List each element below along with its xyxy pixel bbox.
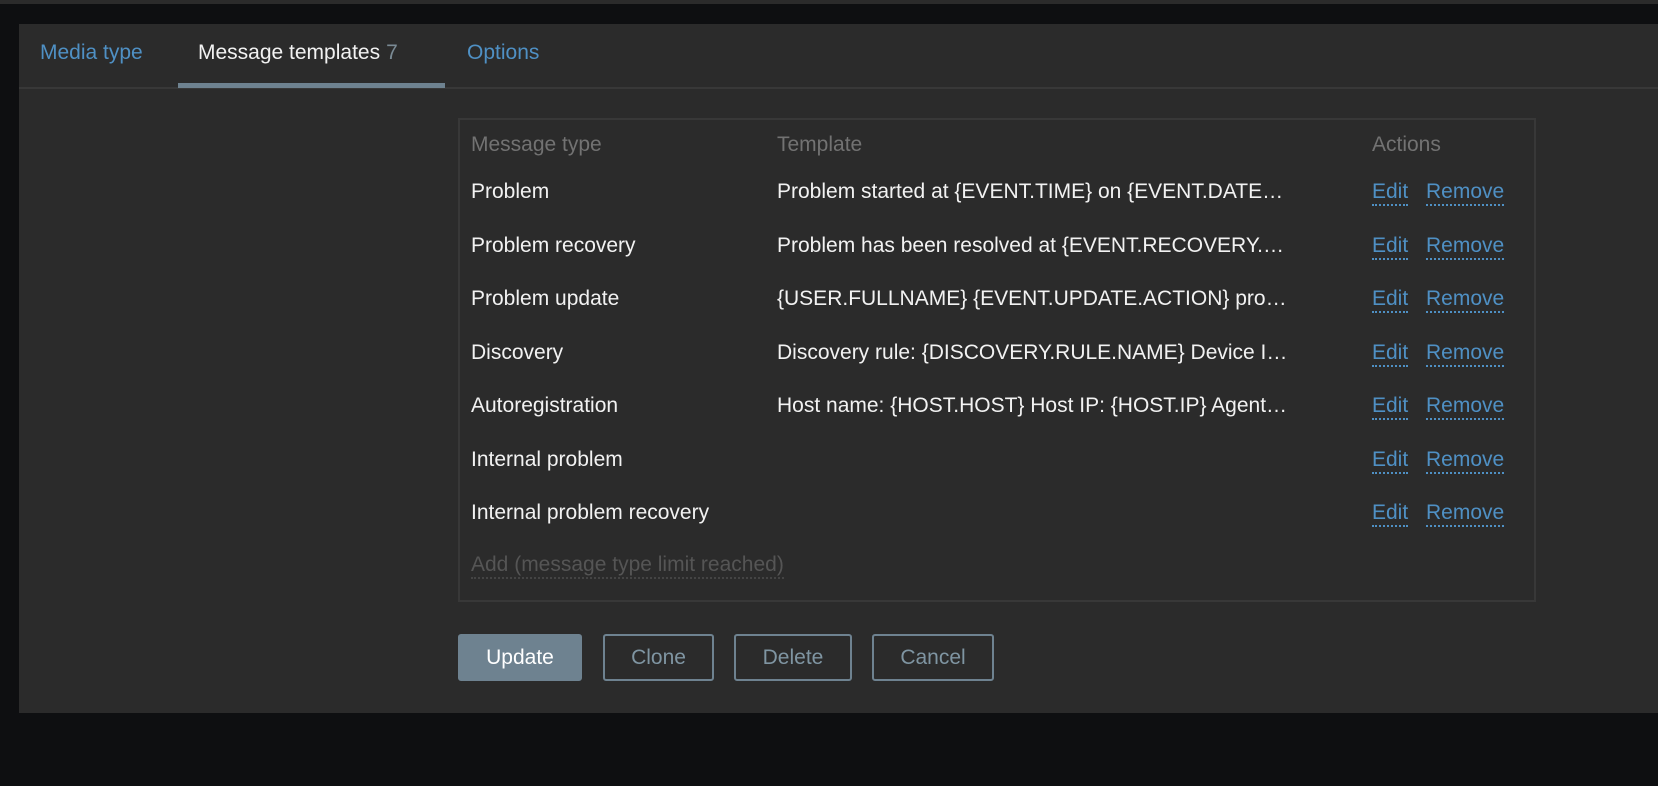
remove-link[interactable]: Remove [1426,448,1505,474]
message-type-cell: Problem [471,180,550,203]
message-type-cell: Problem recovery [471,233,636,257]
edit-link[interactable]: Edit [1372,234,1409,260]
update-button[interactable]: Update [458,634,582,681]
top-bar [0,0,1658,4]
template-cell: Host name: {HOST.HOST} Host IP: {HOST.IP… [777,394,1288,417]
delete-button[interactable]: Delete [734,634,852,681]
tab-bar: Media type Message templates 7 Options [19,24,1658,89]
remove-link[interactable]: Remove [1426,234,1505,260]
tab-message-templates[interactable]: Message templates 7 [198,41,398,65]
message-templates-table: Message type Template Actions Problem Pro… [458,118,1536,602]
cancel-button[interactable]: Cancel [872,634,994,681]
tab-media-type[interactable]: Media type [40,41,143,65]
template-cell: Discovery rule: {DISCOVERY.RULE.NAME} De… [777,340,1288,364]
template-cell: {USER.FULLNAME} {EVENT.UPDATE.ACTION} pr… [777,287,1287,310]
message-type-cell: Autoregistration [471,394,619,417]
tab-label: Message templates [198,41,381,64]
edit-link[interactable]: Edit [1372,180,1409,206]
remove-link[interactable]: Remove [1426,287,1505,313]
message-type-cell: Problem update [471,287,620,310]
media-type-form: Media type Message templates 7 Options Me… [19,24,1658,713]
remove-link[interactable]: Remove [1426,394,1505,420]
add-template-link: Add (message type limit reached) [471,553,784,579]
tab-count-badge: 7 [386,41,398,64]
edit-link[interactable]: Edit [1372,394,1409,420]
message-type-cell: Discovery [471,340,564,364]
remove-link[interactable]: Remove [1426,341,1505,367]
edit-link[interactable]: Edit [1372,501,1409,527]
edit-link[interactable]: Edit [1372,287,1409,313]
remove-link[interactable]: Remove [1426,501,1505,527]
remove-link[interactable]: Remove [1426,180,1505,206]
edit-link[interactable]: Edit [1372,448,1409,474]
active-tab-indicator [178,83,445,88]
message-type-cell: Internal problem [471,447,623,471]
template-cell: Problem has been resolved at {EVENT.RECO… [777,233,1284,257]
header-actions: Actions [1372,133,1441,156]
template-cell: Problem started at {EVENT.TIME} on {EVEN… [777,180,1284,203]
tab-options[interactable]: Options [467,41,539,65]
header-message-type: Message type [471,133,602,156]
clone-button[interactable]: Clone [603,634,714,681]
edit-link[interactable]: Edit [1372,341,1409,367]
message-type-cell: Internal problem recovery [471,501,710,524]
header-template: Template [777,133,863,156]
